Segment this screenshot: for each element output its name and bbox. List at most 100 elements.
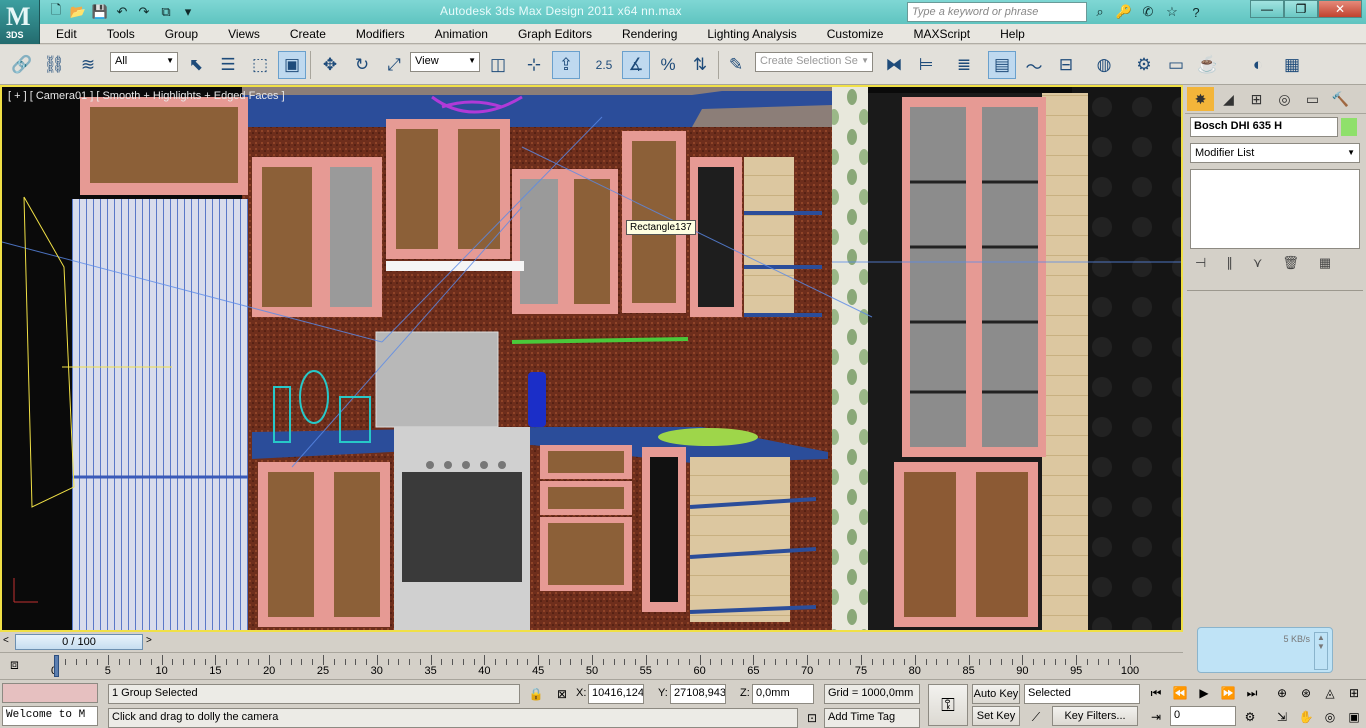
- next-frame-icon[interactable]: ⏩: [1218, 683, 1238, 703]
- schematic-view-icon[interactable]: ⊟: [1052, 51, 1080, 79]
- zoom-icon[interactable]: ⊕: [1272, 683, 1292, 703]
- configure-modifier-sets-icon[interactable]: ▦: [1319, 255, 1331, 271]
- menu-create[interactable]: Create: [275, 27, 341, 41]
- object-color-swatch[interactable]: [1341, 118, 1357, 136]
- mirror-icon[interactable]: ⧓: [880, 51, 908, 79]
- time-slider-thumb[interactable]: 0 / 100: [15, 634, 143, 650]
- maxscript-mini-listener[interactable]: Welcome to M: [2, 706, 98, 726]
- y-coordinate-field[interactable]: 27108,943: [670, 684, 726, 704]
- render-iterative-icon[interactable]: ◐: [1244, 51, 1272, 79]
- align-icon[interactable]: ⊨: [912, 51, 940, 79]
- track-ruler[interactable]: 0510152025303540455055606570758085909510…: [51, 653, 1139, 679]
- modifier-list-dropdown[interactable]: Modifier List: [1190, 143, 1360, 163]
- motion-tab-icon[interactable]: ◎: [1271, 87, 1298, 111]
- add-time-tag-field[interactable]: Add Time Tag: [824, 708, 920, 728]
- previous-frame-icon[interactable]: ⏪: [1170, 683, 1190, 703]
- current-frame-field[interactable]: 0: [1170, 706, 1236, 726]
- maximize-viewport-icon[interactable]: ▣: [1344, 707, 1364, 727]
- open-file-icon[interactable]: 📂: [68, 2, 88, 22]
- time-slider-prev[interactable]: <: [3, 635, 9, 646]
- viewport-label[interactable]: [ + ] [ Camera01 ] [ Smooth + Highlights…: [8, 90, 285, 102]
- time-tag-icon[interactable]: ⊡: [802, 708, 822, 728]
- help-icon[interactable]: ?: [1186, 2, 1206, 22]
- time-slider-next[interactable]: >: [146, 635, 152, 646]
- maxscript-mini-listener-top[interactable]: [2, 683, 98, 703]
- redo-icon[interactable]: ↷: [134, 2, 154, 22]
- auto-key-button[interactable]: Auto Key: [972, 684, 1020, 704]
- snaps-toggle-icon[interactable]: 2.5: [590, 51, 618, 79]
- set-keys-key-icon[interactable]: ⚿: [928, 684, 968, 726]
- named-selection-dropdown[interactable]: Create Selection Se: [755, 52, 873, 72]
- pivot-center-icon[interactable]: ◫: [484, 51, 512, 79]
- menu-graph-editors[interactable]: Graph Editors: [503, 27, 607, 41]
- restore-button[interactable]: ❐: [1284, 0, 1318, 18]
- default-in-out-tangent-icon[interactable]: ⟋: [1026, 707, 1046, 727]
- new-file-icon[interactable]: 🗋: [46, 2, 66, 22]
- make-unique-icon[interactable]: ⋎: [1253, 255, 1263, 271]
- angle-snap-icon[interactable]: ∡: [622, 51, 650, 79]
- select-and-link-icon[interactable]: 🔗: [8, 51, 36, 79]
- reference-coordinate-dropdown[interactable]: View: [410, 52, 480, 72]
- pan-hand-icon[interactable]: ✋: [1296, 707, 1316, 727]
- open-mini-curve-editor-icon[interactable]: ⧈: [10, 656, 19, 673]
- rendered-frame-window-icon[interactable]: ▭: [1162, 51, 1190, 79]
- communication-icon[interactable]: ✆: [1138, 2, 1158, 22]
- remove-modifier-icon[interactable]: 🗑: [1282, 255, 1299, 271]
- rectangular-selection-icon[interactable]: ⬚: [246, 51, 274, 79]
- object-name-field[interactable]: Bosch DHI 635 H: [1190, 117, 1338, 137]
- undo-icon[interactable]: ↶: [112, 2, 132, 22]
- create-tab-icon[interactable]: ✸: [1187, 87, 1214, 111]
- menu-maxscript[interactable]: MAXScript: [898, 27, 985, 41]
- percent-snap-icon[interactable]: %: [654, 51, 682, 79]
- show-end-result-icon[interactable]: ∥: [1226, 255, 1233, 271]
- menu-edit[interactable]: Edit: [40, 27, 92, 41]
- subscription-icon[interactable]: 🔑: [1114, 2, 1134, 22]
- hierarchy-tab-icon[interactable]: ⊞: [1243, 87, 1270, 111]
- graphite-modeling-tools-icon[interactable]: ▤: [988, 51, 1016, 79]
- select-by-name-icon[interactable]: ☰: [214, 51, 242, 79]
- render-setup-icon[interactable]: ⚙: [1130, 51, 1158, 79]
- utilities-tab-icon[interactable]: 🔨: [1327, 87, 1354, 111]
- menu-rendering[interactable]: Rendering: [607, 27, 692, 41]
- selection-filter-dropdown[interactable]: All: [110, 52, 178, 72]
- display-tab-icon[interactable]: ▭: [1299, 87, 1326, 111]
- keyboard-shortcut-override-icon[interactable]: ⇪: [552, 51, 580, 79]
- menu-help[interactable]: Help: [985, 27, 1040, 41]
- save-icon[interactable]: 💾: [90, 2, 110, 22]
- key-filters-button[interactable]: Key Filters...: [1052, 706, 1138, 726]
- select-object-icon[interactable]: ⬉: [182, 51, 210, 79]
- zoom-extents-icon[interactable]: ⊞: [1344, 683, 1364, 703]
- window-crossing-icon[interactable]: ▣: [278, 51, 306, 79]
- select-and-move-icon[interactable]: ✥: [316, 51, 344, 79]
- menu-lighting-analysis[interactable]: Lighting Analysis: [692, 27, 811, 41]
- bind-space-warp-icon[interactable]: ≋: [74, 51, 102, 79]
- quick-access-dropdown-icon[interactable]: ▾: [178, 2, 198, 22]
- curve-editor-icon[interactable]: 〜: [1020, 51, 1048, 79]
- search-input[interactable]: Type a keyword or phrase: [907, 2, 1087, 22]
- select-and-scale-icon[interactable]: ⤢: [380, 51, 408, 79]
- project-folder-icon[interactable]: ⧉: [156, 2, 176, 22]
- layer-manager-icon[interactable]: ≣: [950, 51, 978, 79]
- menu-customize[interactable]: Customize: [812, 27, 899, 41]
- key-mode-dropdown[interactable]: Selected: [1024, 684, 1140, 704]
- binoculars-icon[interactable]: ⌕: [1090, 2, 1110, 22]
- menu-tools[interactable]: Tools: [92, 27, 150, 41]
- x-coordinate-field[interactable]: 10416,124: [588, 684, 644, 704]
- z-coordinate-field[interactable]: 0,0mm: [752, 684, 814, 704]
- select-manipulate-icon[interactable]: ⊹: [520, 51, 548, 79]
- maxscript-listener-icon[interactable]: ▦: [1278, 51, 1306, 79]
- track-bar[interactable]: ⧈ 05101520253035404550556065707580859095…: [0, 652, 1183, 678]
- key-mode-toggle-icon[interactable]: ⇥: [1146, 707, 1166, 727]
- set-key-button[interactable]: Set Key: [972, 706, 1020, 726]
- pin-stack-icon[interactable]: ⊣: [1195, 255, 1206, 271]
- minimize-button[interactable]: —: [1250, 0, 1284, 18]
- time-slider[interactable]: < 0 / 100 >: [0, 632, 1183, 652]
- favorites-star-icon[interactable]: ☆: [1162, 2, 1182, 22]
- menu-modifiers[interactable]: Modifiers: [341, 27, 420, 41]
- menu-group[interactable]: Group: [150, 27, 213, 41]
- material-editor-icon[interactable]: ◍: [1090, 51, 1118, 79]
- dolly-camera-icon[interactable]: ⇲: [1272, 707, 1292, 727]
- edit-named-selection-icon[interactable]: ✎: [722, 51, 750, 79]
- application-menu-button[interactable]: M 3DS: [0, 0, 40, 44]
- track-current-frame-marker[interactable]: [54, 655, 59, 677]
